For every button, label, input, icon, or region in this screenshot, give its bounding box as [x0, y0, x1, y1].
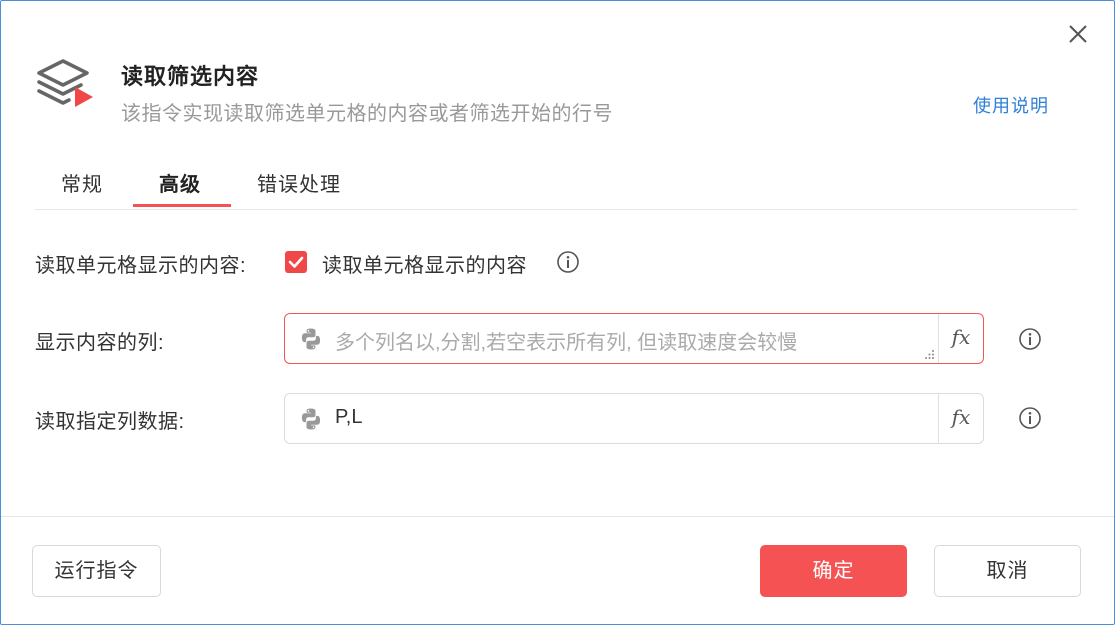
- tab-bar: 常规 高级 错误处理: [35, 161, 1078, 210]
- tab-error-handling[interactable]: 错误处理: [257, 168, 341, 197]
- display-columns-label: 显示内容的列:: [35, 332, 165, 354]
- footer-divider: [1, 516, 1114, 517]
- dialog: 读取筛选内容 该指令实现读取筛选单元格的内容或者筛选开始的行号 使用说明 常规 …: [0, 0, 1115, 625]
- read-display-checkbox[interactable]: [285, 251, 307, 273]
- read-display-label: 读取单元格显示的内容:: [35, 255, 247, 277]
- ok-button[interactable]: 确定: [760, 545, 907, 597]
- check-icon: [288, 256, 304, 268]
- specified-columns-value: P,L: [335, 406, 363, 428]
- active-tab-indicator: [133, 204, 231, 207]
- display-columns-placeholder: 多个列名以,分割,若空表示所有列, 但读取速度会较慢: [335, 332, 798, 354]
- specified-columns-label: 读取指定列数据:: [35, 411, 185, 433]
- python-icon: [301, 408, 321, 430]
- help-link[interactable]: 使用说明: [973, 92, 1049, 118]
- dialog-title: 读取筛选内容: [121, 64, 260, 89]
- layers-play-icon: [37, 59, 93, 107]
- info-icon[interactable]: [1018, 327, 1042, 351]
- read-display-checkbox-label[interactable]: 读取单元格显示的内容: [322, 249, 527, 278]
- close-icon[interactable]: [1065, 21, 1091, 47]
- display-columns-input[interactable]: 多个列名以,分割,若空表示所有列, 但读取速度会较慢 fx: [284, 313, 984, 364]
- resize-grip-icon[interactable]: [923, 348, 935, 360]
- fx-button[interactable]: fx: [938, 314, 983, 363]
- python-icon: [301, 328, 321, 350]
- run-command-button[interactable]: 运行指令: [32, 545, 161, 597]
- tab-general[interactable]: 常规: [61, 168, 103, 197]
- info-icon[interactable]: [1018, 406, 1042, 430]
- cancel-button[interactable]: 取消: [934, 545, 1081, 597]
- info-icon[interactable]: [556, 250, 580, 274]
- specified-columns-input[interactable]: P,L fx: [284, 393, 984, 444]
- dialog-subtitle: 该指令实现读取筛选单元格的内容或者筛选开始的行号: [121, 103, 613, 125]
- fx-button[interactable]: fx: [938, 394, 983, 443]
- tab-advanced[interactable]: 高级: [159, 168, 201, 197]
